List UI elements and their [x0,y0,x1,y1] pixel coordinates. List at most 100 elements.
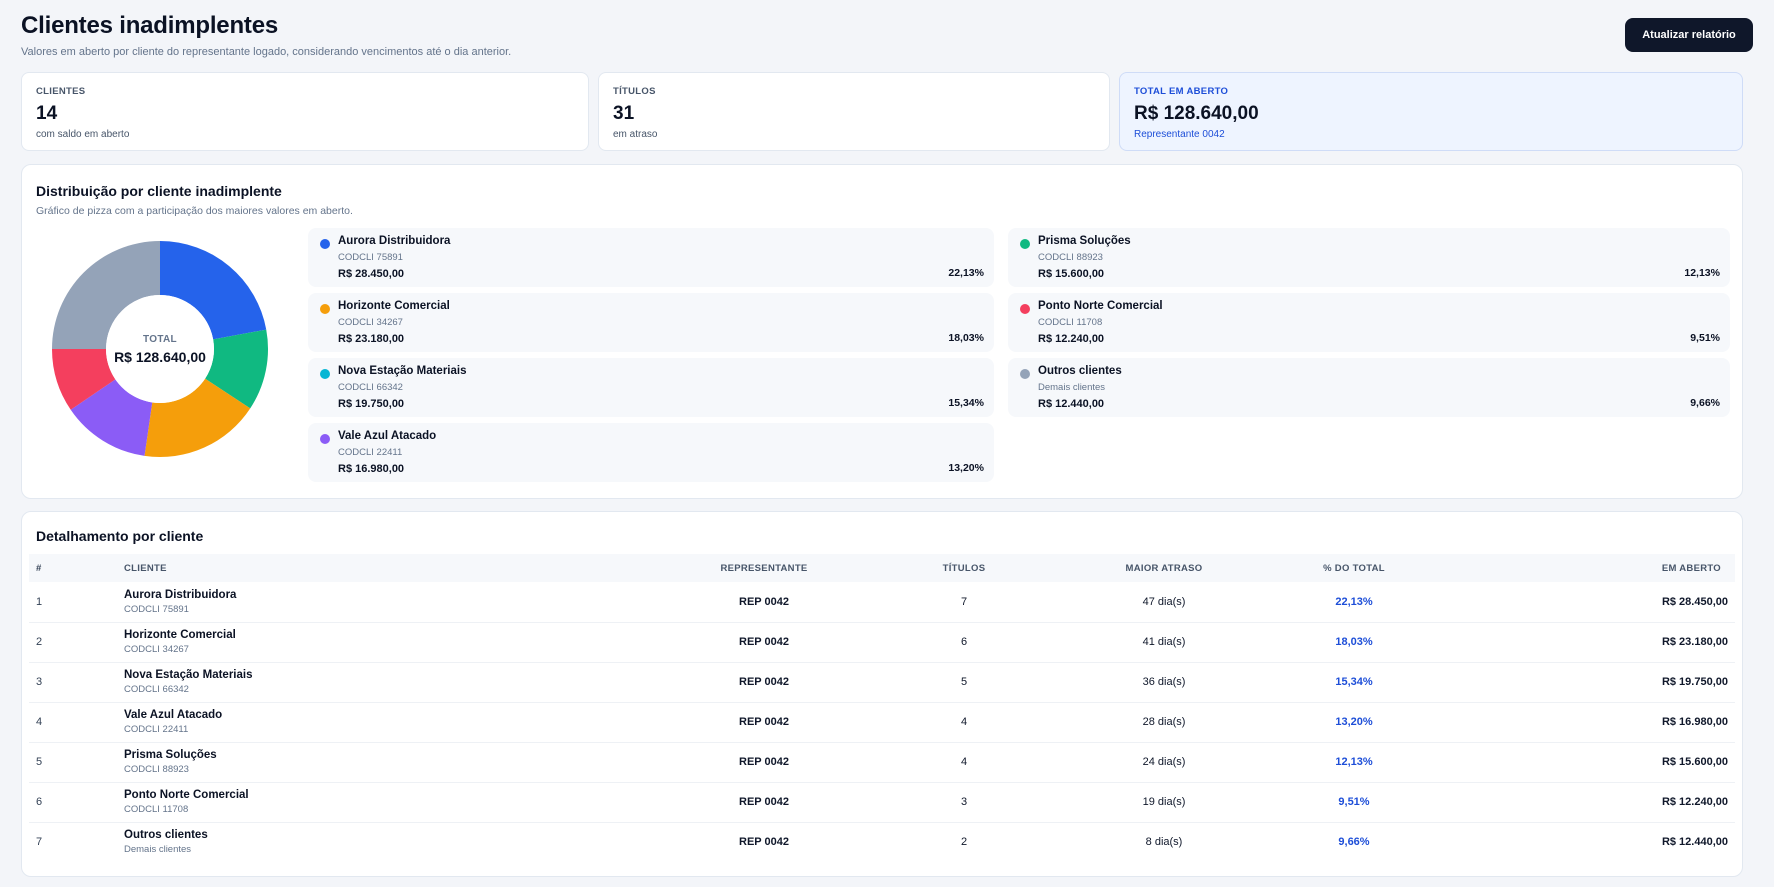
row-index: 1 [29,582,124,623]
row-client: Horizonte Comercial CODCLI 34267 [124,622,674,663]
row-index: 7 [36,836,43,849]
legend-color-dot [320,369,330,379]
distribution-subtitle: Gráfico de pizza com a participação dos … [36,205,353,217]
legend-color-dot [1020,304,1030,314]
distribution-header: Distribuição por cliente inadimplente Gr… [36,183,353,217]
client-code: CODCLI 22411 [124,724,189,735]
row-representative: REP 0042 [739,836,789,849]
row-representative: REP 0042 [674,662,854,703]
client-code: CODCLI 75891 [124,603,189,615]
kpi-label: TÍTULOS [613,86,656,97]
row-client: Outros clientes Demais clientes [124,822,674,862]
legend: Aurora Distribuidora CODCLI 75891 R$ 28.… [308,228,1730,482]
row-pct-total: 9,66% [1338,836,1370,849]
distribution-title: Distribuição por cliente inadimplente [36,183,282,199]
refresh-report-button[interactable]: Atualizar relatório [1625,18,1753,52]
legend-color-dot [320,304,330,314]
table-row: 3 Nova Estação Materiais CODCLI 66342 RE… [29,662,1735,703]
legend-pct: 13,20% [948,462,984,474]
legend-code: Demais clientes [1038,382,1106,393]
legend-color-dot [320,239,330,249]
table-row: 7 Outros clientes Demais clientes REP 00… [29,822,1735,862]
kpi-total-open: TOTAL EM ABERTO R$ 128.640,00 Representa… [1119,72,1743,151]
detail-table: # CLIENTE REPRESENTANTE TÍTULOS MAIOR AT… [29,554,1735,862]
legend-name: Vale Azul Atacado [338,430,437,442]
row-open-amount: R$ 28.450,00 [1454,582,1735,623]
row-titles: 3 [854,782,1074,823]
legend-amount: R$ 19.750,00 [338,398,405,410]
kpi-sub: Representante 0042 [1134,129,1225,140]
row-max-delay: 41 dia(s) [1074,622,1254,663]
row-max-delay: 24 dia(s) [1074,742,1254,783]
page-subtitle: Valores em aberto por cliente do represe… [21,46,512,58]
kpi-row: CLIENTES 14 com saldo em aberto TÍTULOS … [21,72,1743,151]
row-index: 6 [29,782,124,823]
column-header: CLIENTE [124,554,674,582]
row-index: 5 [29,742,124,783]
client-code: CODCLI 66342 [124,684,189,695]
kpi-value: R$ 128.640,00 [1134,103,1259,124]
row-max-delay: 36 dia(s) [1074,662,1254,703]
legend-name: Aurora Distribuidora [338,235,451,247]
client-name: Aurora Distribuidora [124,588,237,601]
legend-amount: R$ 12.240,00 [1038,333,1105,345]
distribution-card: Distribuição por cliente inadimplente Gr… [21,164,1743,499]
legend-pct: 18,03% [948,332,984,344]
row-titles: 4 [854,702,1074,743]
legend-amount: R$ 28.450,00 [338,268,405,280]
table-row: 5 Prisma Soluções CODCLI 88923 REP 0042 … [29,742,1735,783]
client-code: CODCLI 34267 [124,644,189,655]
table-row: 4 Vale Azul Atacado CODCLI 22411 REP 004… [29,702,1735,743]
legend-amount: R$ 15.600,00 [1038,268,1105,280]
column-header: EM ABERTO [1454,554,1735,582]
row-titles: 5 [854,662,1074,703]
legend-name: Outros clientes [1038,365,1122,377]
row-open-amount: R$ 15.600,00 [1454,742,1735,783]
legend-code: CODCLI 34267 [338,317,403,328]
client-name: Outros clientes [124,829,208,842]
legend-code: CODCLI 75891 [338,252,403,263]
detail-card: Detalhamento por cliente # CLIENTE REPRE… [21,511,1743,877]
donut-chart: TOTAL R$ 128.640,00 [50,239,270,459]
row-open-amount: R$ 12.440,00 [1661,836,1728,849]
legend-color-dot [320,434,330,444]
legend-color-dot [1020,239,1030,249]
row-client: Vale Azul Atacado CODCLI 22411 [124,702,674,743]
row-pct-total: 13,20% [1254,702,1454,743]
legend-code: CODCLI 88923 [1038,252,1103,263]
row-representative: REP 0042 [674,622,854,663]
legend-name: Nova Estação Materiais [338,365,467,377]
legend-code: CODCLI 22411 [338,447,403,458]
donut-center: TOTAL R$ 128.640,00 [50,239,270,459]
donut-center-value: R$ 128.640,00 [114,348,206,365]
legend-code: CODCLI 11708 [1038,317,1103,328]
row-titles: 4 [854,742,1074,783]
row-titles: 6 [854,622,1074,663]
legend-item: Vale Azul Atacado CODCLI 22411 R$ 16.980… [308,423,994,482]
row-pct-total: 22,13% [1254,582,1454,623]
legend-pct: 22,13% [948,267,984,279]
table-header-row: # CLIENTE REPRESENTANTE TÍTULOS MAIOR AT… [29,554,1735,582]
legend-pct: 9,66% [1690,397,1720,409]
row-max-delay: 8 dia(s) [1145,836,1183,849]
row-index: 4 [29,702,124,743]
row-open-amount: R$ 12.240,00 [1454,782,1735,823]
row-representative: REP 0042 [674,702,854,743]
page-header: Clientes inadimplentes Valores em aberto… [21,12,1753,60]
column-header: % DO TOTAL [1254,554,1454,582]
legend-name: Prisma Soluções [1038,235,1131,247]
legend-item: Horizonte Comercial CODCLI 34267 R$ 23.1… [308,293,994,352]
row-max-delay: 47 dia(s) [1074,582,1254,623]
legend-pct: 12,13% [1684,267,1720,279]
client-name: Horizonte Comercial [124,629,236,641]
legend-pct: 9,51% [1690,332,1720,344]
row-titles: 7 [854,582,1074,623]
legend-item: Nova Estação Materiais CODCLI 66342 R$ 1… [308,358,994,417]
row-open-amount: R$ 23.180,00 [1454,622,1735,663]
legend-name: Ponto Norte Comercial [1038,300,1163,312]
kpi-sub: com saldo em aberto [36,129,130,140]
detail-title: Detalhamento por cliente [36,528,204,544]
table-row: 2 Horizonte Comercial CODCLI 34267 REP 0… [29,622,1735,663]
legend-pct: 15,34% [948,397,984,409]
kpi-clients: CLIENTES 14 com saldo em aberto [21,72,589,151]
